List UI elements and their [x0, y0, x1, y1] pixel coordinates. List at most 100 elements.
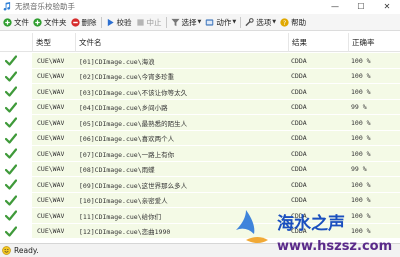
toolbar-separator [165, 16, 167, 28]
check-icon [5, 225, 17, 237]
verify-button[interactable]: 校验 [104, 15, 134, 30]
minimize-button[interactable]: — [322, 0, 348, 13]
maximize-button[interactable]: ☐ [348, 0, 374, 13]
cell-result: CDDA [291, 118, 307, 127]
svg-text:?: ? [283, 20, 286, 27]
cell-type: CUE\WAV [37, 165, 65, 174]
cell-accuracy: 100 % [351, 87, 371, 96]
table-row[interactable]: CUE\WAV [04]CDImage.cue\乡间小路 CDDA 99 % [0, 99, 400, 115]
help-button[interactable]: ? 帮助 [278, 15, 308, 30]
cell-filename: [02]CDImage.cue\今宵多珍重 [79, 73, 175, 82]
cell-accuracy: 99 % [351, 165, 367, 174]
cell-filename: [05]CDImage.cue\最熟悉的陌生人 [79, 119, 188, 128]
cell-accuracy: 100 % [351, 134, 371, 143]
table-row[interactable]: CUE\WAV [09]CDImage.cue\这世界那么多人 CDDA 100 % [0, 177, 400, 193]
check-icon [5, 210, 17, 221]
check-icon [5, 194, 17, 206]
column-header-filename[interactable]: 文件名 [76, 33, 289, 52]
cell-type: CUE\WAV [37, 211, 65, 220]
cell-filename: [12]CDImage.cue\恋曲1990 [79, 228, 171, 237]
filter-icon [170, 18, 180, 27]
cell-filename: [01]CDImage.cue\海浪 [79, 57, 155, 66]
cell-type: CUE\WAV [37, 118, 65, 127]
cell-type: CUE\WAV [37, 149, 65, 158]
check-icon [5, 179, 17, 190]
table-row[interactable]: CUE\WAV [11]CDImage.cue\给你们 CDDA 100 % [0, 208, 400, 224]
cell-filename: [10]CDImage.cue\亲密爱人 [79, 197, 168, 206]
check-icon [5, 86, 17, 97]
delete-label: 删除 [81, 17, 97, 27]
table-row[interactable]: CUE\WAV [10]CDImage.cue\亲密爱人 CDDA 100 % [0, 192, 400, 208]
action-menu-button[interactable]: 动作 ▼ [203, 15, 238, 30]
add-file-label: 文件 [14, 17, 29, 27]
cell-result: CDDA [291, 72, 307, 81]
table-row[interactable]: CUE\WAV [12]CDImage.cue\恋曲1990 CDDA 100 % [0, 223, 400, 239]
check-icon [5, 132, 17, 144]
cell-filename: [06]CDImage.cue\喜欢两个人 [79, 135, 175, 144]
cell-result: CDDA [291, 87, 307, 96]
column-header-type[interactable]: 类型 [33, 33, 76, 52]
chevron-down-icon: ▼ [232, 19, 237, 25]
cell-filename: [03]CDImage.cue\不该让你等太久 [79, 88, 188, 97]
folder-icon [33, 17, 42, 27]
select-menu-button[interactable]: 选择 ▼ [169, 15, 204, 30]
check-icon [5, 117, 17, 128]
table-row[interactable]: CUE\WAV [02]CDImage.cue\今宵多珍重 CDDA 100 % [0, 68, 400, 84]
status-bar: Ready. [0, 243, 400, 257]
cell-type: CUE\WAV [37, 227, 65, 236]
options-label: 选项 [256, 17, 272, 27]
cell-accuracy: 100 % [351, 180, 371, 189]
cell-result: CDDA [291, 56, 307, 65]
check-icon [5, 101, 17, 113]
toolbar-separator [100, 16, 102, 28]
stop-label: 中止 [146, 17, 162, 27]
title-bar: 无损音乐校验助手 — ☐ ✕ [0, 0, 400, 13]
close-button[interactable]: ✕ [374, 0, 400, 13]
cell-result: CDDA [291, 227, 307, 236]
window-title: 无损音乐校验助手 [15, 2, 75, 11]
cell-type: CUE\WAV [37, 72, 65, 81]
cell-accuracy: 100 % [351, 72, 371, 81]
delete-button[interactable]: 删除 [69, 15, 99, 30]
cell-result: CDDA [291, 103, 307, 112]
cell-type: CUE\WAV [37, 87, 65, 96]
column-header-status[interactable] [0, 33, 33, 52]
action-icon [205, 18, 214, 27]
file-list: CUE\WAV [01]CDImage.cue\海浪 CDDA 100 % CUE\WA… [0, 53, 400, 240]
table-row[interactable]: CUE\WAV [03]CDImage.cue\不该让你等太久 CDDA 100 % [0, 84, 400, 100]
table-row[interactable]: CUE\WAV [05]CDImage.cue\最熟悉的陌生人 CDDA 100 % [0, 115, 400, 131]
help-icon: ? [280, 17, 289, 27]
cell-type: CUE\WAV [37, 180, 65, 189]
smile-icon [2, 246, 11, 255]
add-folder-button[interactable]: 文件夹 [31, 15, 69, 30]
delete-icon [70, 17, 80, 27]
cell-type: CUE\WAV [37, 56, 65, 65]
table-row[interactable]: CUE\WAV [06]CDImage.cue\喜欢两个人 CDDA 100 % [0, 130, 400, 146]
cell-type: CUE\WAV [37, 103, 65, 112]
table-row[interactable]: CUE\WAV [08]CDImage.cue\雨蝶 CDDA 99 % [0, 161, 400, 177]
verify-label: 校验 [116, 17, 132, 27]
options-menu-button[interactable]: 选项 ▼ [243, 15, 278, 30]
cell-accuracy: 100 % [351, 211, 371, 220]
stop-button[interactable]: 中止 [134, 15, 164, 30]
cell-result: CDDA [291, 134, 307, 143]
add-folder-label: 文件夹 [44, 17, 67, 27]
column-header-accuracy[interactable]: 正确率 [349, 33, 400, 52]
cell-result: CDDA [291, 211, 307, 220]
toolbar-separator [240, 16, 242, 28]
stop-icon [136, 18, 145, 27]
cell-filename: [04]CDImage.cue\乡间小路 [79, 104, 168, 113]
chevron-down-icon: ▼ [197, 19, 202, 25]
add-file-button[interactable]: 文件 [1, 15, 31, 30]
column-header-result[interactable]: 结果 [289, 33, 349, 52]
check-icon [5, 163, 17, 175]
check-icon [5, 148, 17, 159]
check-icon [5, 70, 17, 82]
status-text: Ready. [14, 246, 39, 255]
table-row[interactable]: CUE\WAV [01]CDImage.cue\海浪 CDDA 100 % [0, 53, 400, 69]
cell-accuracy: 100 % [351, 227, 371, 236]
select-label: 选择 [181, 17, 197, 27]
cell-result: CDDA [291, 196, 307, 205]
table-row[interactable]: CUE\WAV [07]CDImage.cue\一路上有你 CDDA 100 % [0, 146, 400, 162]
cell-filename: [08]CDImage.cue\雨蝶 [79, 166, 155, 175]
